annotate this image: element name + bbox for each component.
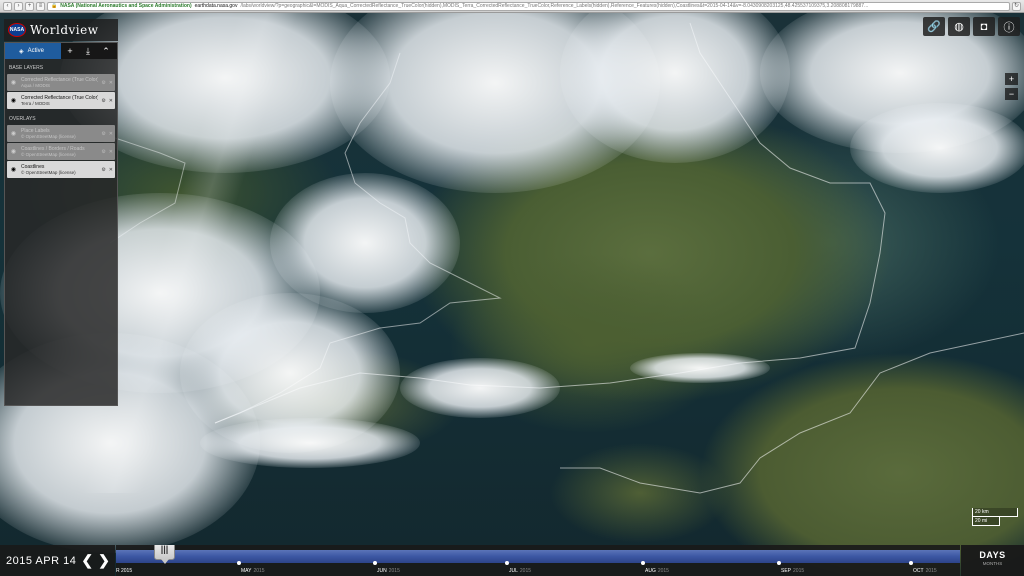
remove-icon[interactable]: ✕ <box>109 131 113 137</box>
layer-source: © OpenStreetMap (license) <box>21 133 76 139</box>
add-bookmark-icon[interactable]: + <box>25 1 34 11</box>
forward-icon[interactable]: › <box>14 1 23 11</box>
timeline[interactable]: R 2015 MAY 2015 JUN 2015 JUL 2015 AUG 2015 S… <box>116 545 960 576</box>
map-toolbar: 🔗 ◍ ◘ ⓘ <box>923 17 1020 36</box>
app-title: Worldview <box>30 23 99 37</box>
projection-globe-icon[interactable]: ◍ <box>948 17 970 36</box>
info-icon[interactable]: ⓘ <box>998 17 1020 36</box>
settings-icon[interactable]: ⚙ <box>101 167 105 173</box>
eye-icon[interactable]: ◉ <box>9 98 18 104</box>
layer-item[interactable]: ◉ Corrected Reflectance (True Color) Aqua… <box>7 74 115 91</box>
month-marker <box>237 561 241 565</box>
eye-icon[interactable]: ◉ <box>9 131 18 137</box>
brand-header: NASA Worldview <box>4 19 118 41</box>
reader-icon[interactable]: ≡ <box>36 1 45 11</box>
month-marker <box>505 561 509 565</box>
layer-source: Aqua / MODIS <box>21 82 51 88</box>
tab-active-label: Active <box>27 48 44 54</box>
timeline-handle[interactable]: ||| <box>154 545 175 564</box>
layer-source: © OpenStreetMap (license) <box>21 151 76 157</box>
zoom-months[interactable]: MONTHS <box>961 561 1024 566</box>
cloud <box>270 173 460 313</box>
layer-name: Corrected Reflectance (True Color) <box>21 76 99 83</box>
panel-tabs: ◈ Active + ⤓ ⌃ <box>5 43 117 59</box>
address-bar[interactable]: 🔒 NASA (National Aeronautics and Space A… <box>47 1 1010 11</box>
lock-icon: 🔒 <box>51 3 58 9</box>
settings-icon[interactable]: ⚙ <box>101 149 105 155</box>
month-label[interactable]: SEP 2015 <box>781 568 804 574</box>
remove-icon[interactable]: ✕ <box>109 167 113 173</box>
cloud <box>200 418 420 468</box>
url-path: /labs/worldview/?p=geographic&l=MODIS_Aq… <box>240 3 869 9</box>
zoom-days[interactable]: DAYS <box>961 550 1024 560</box>
base-layers-heading: BASE LAYERS <box>9 65 44 71</box>
eye-icon[interactable]: ◉ <box>9 149 18 155</box>
layer-item[interactable]: ◉ Corrected Reflectance (True Color) Terr… <box>7 92 115 109</box>
add-layer-icon[interactable]: + <box>61 43 79 59</box>
date-selector: 2015 APR 14 ❮ ❯ <box>0 545 115 576</box>
cloud <box>850 103 1024 193</box>
remove-icon[interactable]: ✕ <box>109 80 113 86</box>
layer-panel: ◈ Active + ⤓ ⌃ BASE LAYERS ◉ Corrected R… <box>4 42 118 406</box>
eye-icon[interactable]: ◉ <box>9 167 18 173</box>
timeline-zoom[interactable]: DAYS MONTHS <box>961 545 1024 576</box>
collapse-icon[interactable]: ⌃ <box>97 43 115 59</box>
cloud <box>400 358 560 418</box>
settings-icon[interactable]: ⚙ <box>101 98 105 104</box>
zoom-out-icon[interactable]: − <box>1005 88 1018 100</box>
link-icon[interactable]: 🔗 <box>923 17 945 36</box>
next-day-icon[interactable]: ❯ <box>98 552 110 569</box>
scale-mi: 20 mi <box>972 517 1000 526</box>
month-marker <box>641 561 645 565</box>
zoom-controls: + − <box>1005 73 1018 100</box>
back-icon[interactable]: ‹ <box>3 1 12 11</box>
remove-icon[interactable]: ✕ <box>109 98 113 104</box>
cloud <box>630 353 770 383</box>
month-label[interactable]: JUN 2015 <box>377 568 400 574</box>
current-date[interactable]: 2015 APR 14 <box>6 555 76 567</box>
layer-item[interactable]: ◉ Place Labels © OpenStreetMap (license) … <box>7 125 115 142</box>
site-identity: NASA (National Aeronautics and Space Adm… <box>60 3 192 9</box>
url-domain: earthdata.nasa.gov <box>194 3 238 9</box>
layers-icon: ◈ <box>19 48 24 55</box>
month-label[interactable]: AUG 2015 <box>645 568 669 574</box>
layer-source: © OpenStreetMap (license) <box>21 169 76 175</box>
timeline-band[interactable] <box>116 550 960 563</box>
browser-bar: ‹ › + ≡ 🔒 NASA (National Aeronautics and… <box>0 0 1024 13</box>
layer-item[interactable]: ◉ Coastlines / Borders / Roads © OpenStre… <box>7 143 115 160</box>
month-label[interactable]: JUL 2015 <box>509 568 531 574</box>
month-marker <box>777 561 781 565</box>
tab-active[interactable]: ◈ Active <box>5 43 61 59</box>
nasa-logo[interactable]: NASA <box>8 23 26 37</box>
scale-bar: 20 km 20 mi <box>972 508 1018 526</box>
month-label[interactable]: OCT 2015 <box>913 568 937 574</box>
settings-icon[interactable]: ⚙ <box>101 80 105 86</box>
month-marker <box>909 561 913 565</box>
overlays-heading: OVERLAYS <box>9 116 36 122</box>
eye-icon[interactable]: ◉ <box>9 80 18 86</box>
scale-km: 20 km <box>972 508 1018 517</box>
remove-icon[interactable]: ✕ <box>109 149 113 155</box>
timeline-start-label: R 2015 <box>116 568 133 574</box>
download-icon[interactable]: ⤓ <box>79 43 97 59</box>
map-canvas[interactable] <box>0 13 1024 576</box>
layer-name: Corrected Reflectance (True Color) <box>21 94 99 101</box>
month-marker <box>373 561 377 565</box>
reload-icon[interactable]: ↻ <box>1012 1 1021 11</box>
layer-source: Terra / MODIS <box>21 100 50 106</box>
settings-icon[interactable]: ⚙ <box>101 131 105 137</box>
month-label[interactable]: MAY 2015 <box>241 568 265 574</box>
layer-item[interactable]: ◉ Coastlines © OpenStreetMap (license) ⚙ ✕ <box>7 161 115 178</box>
prev-day-icon[interactable]: ❮ <box>81 552 93 569</box>
zoom-in-icon[interactable]: + <box>1005 73 1018 85</box>
camera-icon[interactable]: ◘ <box>973 17 995 36</box>
